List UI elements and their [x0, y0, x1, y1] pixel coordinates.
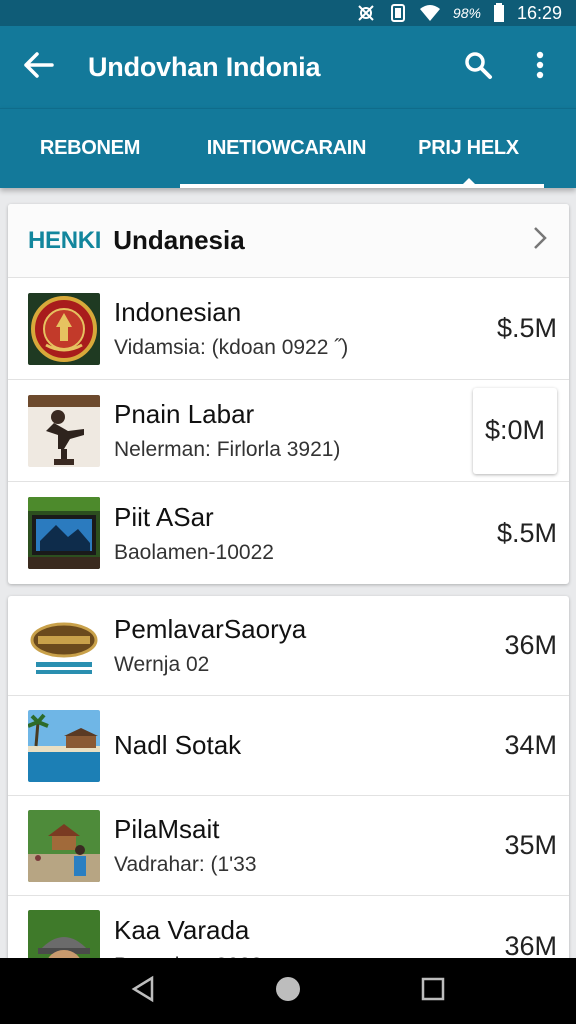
notification-icon — [355, 3, 377, 23]
nav-back-icon — [130, 975, 156, 1008]
screen-thumbnail — [28, 497, 100, 569]
tab-prij-helx[interactable]: PRIJ HELX — [393, 109, 544, 188]
tab-label: INETIOWCARAIN — [206, 137, 367, 159]
card-kicker: HENKI — [28, 226, 102, 254]
search-icon — [463, 50, 493, 85]
list-item[interactable]: Pnain Labar Nelerman: Firlorla 3921) $:0… — [8, 380, 569, 482]
list-item[interactable]: Piit ASar Baolamen-10022 $.5M — [8, 482, 569, 584]
item-subtitle: Nelerman: Firlorla 3921) — [114, 438, 341, 461]
list-item[interactable]: Indonesian Vidamsia: (kdoan 0922 ˝) $.5M — [8, 278, 569, 380]
tab-indicator-notch — [462, 178, 475, 184]
item-value-highlighted[interactable]: $:0M — [473, 388, 557, 474]
item-value: 35M — [504, 830, 557, 860]
item-name: Nadl Sotak — [114, 730, 242, 760]
item-value: 34M — [504, 730, 557, 760]
list-card: PemlavarSaorya Wernja 02 36M Nadl Sotak … — [8, 596, 569, 976]
park-thumbnail — [28, 809, 100, 882]
beach-thumbnail — [28, 709, 100, 782]
item-name: Indonesian — [114, 297, 242, 327]
tab-indicator — [180, 184, 393, 188]
vibrate-icon — [389, 3, 407, 23]
item-name: PilaMsait — [114, 814, 220, 844]
arrow-left-icon — [22, 51, 54, 84]
item-subtitle: Wernja 02 — [114, 653, 210, 676]
clock: 16:29 — [516, 2, 562, 23]
nav-home-icon — [274, 975, 302, 1008]
battery-icon — [493, 3, 505, 23]
card-header[interactable]: HENKI Undanesia — [8, 204, 569, 278]
tab-bar: REBONEM INETIOWCARAIN PRIJ HELX — [0, 108, 576, 188]
item-value: 36M — [504, 930, 557, 961]
nav-back-button[interactable] — [123, 971, 163, 1011]
tab-label: REBONEM — [39, 137, 141, 159]
tab-indicator-active — [393, 184, 544, 188]
featured-card: HENKI Undanesia Indonesian Vidamsia: (kd… — [8, 204, 569, 584]
wifi-icon — [419, 4, 441, 22]
nav-recents-button[interactable] — [413, 971, 453, 1011]
list-item[interactable]: PemlavarSaorya Wernja 02 36M — [8, 596, 569, 696]
battery-percent: 98% — [452, 5, 481, 21]
tab-inetiowcarain[interactable]: INETIOWCARAIN — [180, 109, 393, 188]
card-heading: Undanesia — [113, 225, 245, 255]
page-title: Undovhan Indonia — [88, 51, 321, 82]
item-subtitle: Vidamsia: (kdoan 0922 ˝) — [114, 336, 349, 359]
search-button[interactable] — [456, 45, 500, 89]
tab-label: PRIJ HELX — [418, 137, 519, 159]
back-button[interactable] — [20, 49, 56, 85]
item-value: 36M — [504, 630, 557, 660]
nav-home-button[interactable] — [268, 971, 308, 1011]
emblem-thumbnail — [28, 292, 100, 365]
tab-rebonem[interactable]: REBONEM — [0, 109, 180, 188]
item-value: $.5M — [496, 313, 557, 343]
more-options-button[interactable] — [518, 45, 562, 89]
item-subtitle: Vadrahar: (1'33 — [114, 853, 257, 876]
system-nav-bar — [0, 958, 576, 1024]
status-bar: 98% 16:29 — [0, 0, 576, 26]
item-value: $.5M — [496, 517, 557, 548]
item-name: Kaa Varada — [114, 914, 250, 945]
nav-recents-icon — [420, 976, 446, 1007]
list-item[interactable]: Nadl Sotak 34M — [8, 696, 569, 796]
badge-thumbnail — [28, 609, 100, 682]
item-name: Pnain Labar — [114, 399, 255, 429]
chevron-right-icon — [531, 225, 549, 256]
list-item[interactable]: PilaMsait Vadrahar: (1'33 35M — [8, 796, 569, 896]
more-vert-icon — [535, 51, 545, 84]
item-name: PemlavarSaorya — [114, 614, 307, 644]
statue-thumbnail — [28, 394, 100, 467]
app-bar: Undovhan Indonia — [0, 26, 576, 108]
item-name: Piit ASar — [114, 501, 214, 532]
item-subtitle: Baolamen-10022 — [114, 540, 274, 564]
